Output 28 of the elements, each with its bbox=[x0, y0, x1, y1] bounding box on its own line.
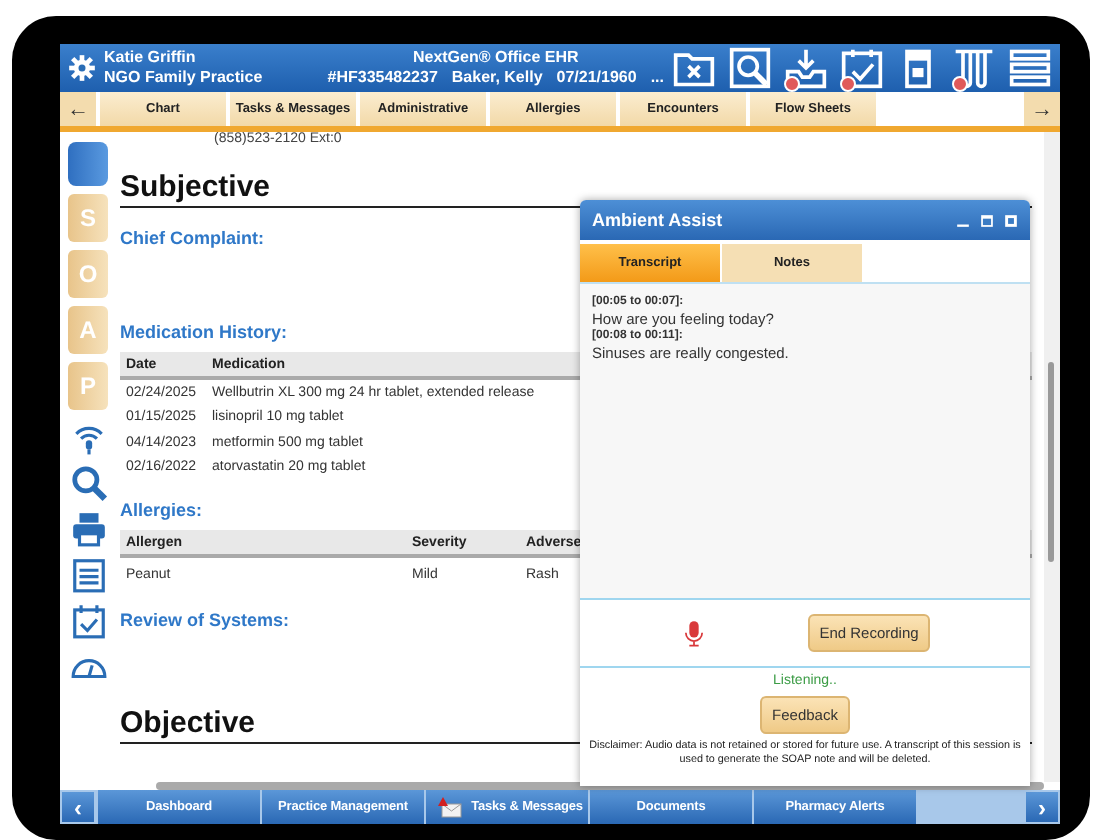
microphone-icon[interactable] bbox=[679, 615, 708, 651]
close-icon[interactable] bbox=[1004, 213, 1018, 227]
document-list-icon[interactable] bbox=[69, 556, 107, 594]
panel-title: Ambient Assist bbox=[592, 210, 723, 230]
more-link[interactable]: ... bbox=[650, 68, 664, 88]
subsection-heading: Medication History: bbox=[120, 322, 288, 342]
back-arrow-button[interactable]: ← bbox=[60, 92, 96, 126]
printer-icon[interactable] bbox=[69, 510, 107, 548]
forward-button[interactable]: › bbox=[1026, 792, 1058, 822]
search-icon[interactable] bbox=[728, 46, 772, 90]
user-name: Katie Griffin bbox=[104, 48, 198, 68]
vertical-scrollbar[interactable] bbox=[1044, 132, 1060, 782]
calendar-check-icon[interactable] bbox=[69, 602, 107, 640]
practice-name: NGO Family Practice bbox=[104, 68, 265, 88]
patient-dob: 07/21/1960 bbox=[556, 68, 637, 88]
subsection-heading: Review of Systems: bbox=[120, 610, 290, 630]
patient-id: #HF335482237 bbox=[327, 68, 438, 88]
forward-arrow-button[interactable]: → bbox=[1024, 92, 1060, 126]
search-icon[interactable] bbox=[69, 464, 107, 502]
subsection-heading: Allergies: bbox=[120, 500, 203, 520]
app-title: NextGen® Office EHR bbox=[410, 48, 581, 68]
sidebar-panel-button[interactable] bbox=[68, 142, 108, 186]
settings-icon[interactable] bbox=[68, 54, 96, 82]
back-button[interactable]: ‹ bbox=[62, 792, 94, 822]
maximize-icon[interactable] bbox=[980, 213, 994, 227]
patient-name: Baker, Kelly bbox=[451, 68, 543, 88]
subsection-heading: Chief Complaint: bbox=[120, 228, 264, 248]
menu-icon[interactable] bbox=[1008, 46, 1052, 90]
